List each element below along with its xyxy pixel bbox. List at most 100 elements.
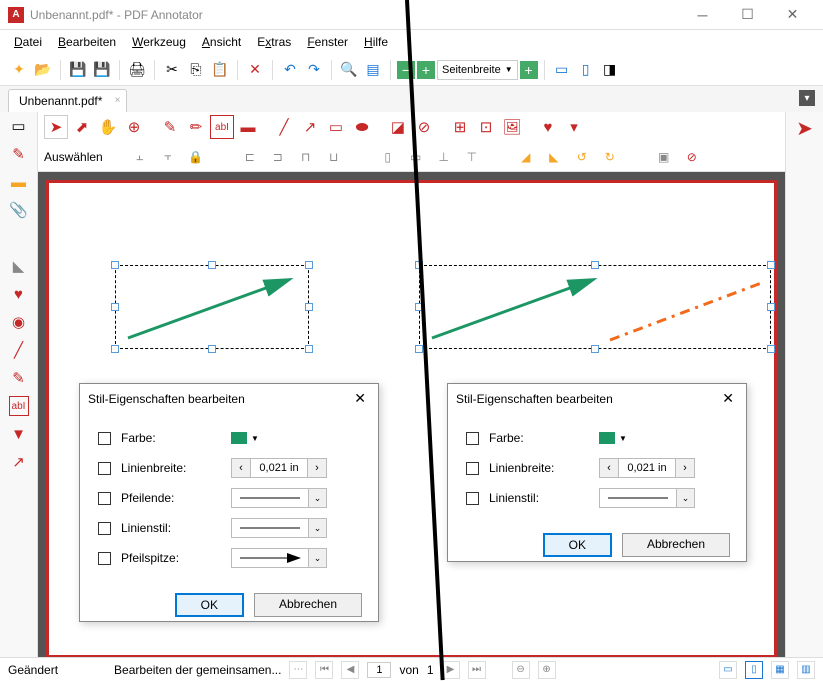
paste-icon[interactable]: 📋 — [209, 59, 231, 81]
ok-button[interactable]: OK — [175, 593, 244, 617]
al-1-icon[interactable]: ⊏ — [239, 146, 261, 168]
al-7-icon[interactable]: ⊥ — [433, 146, 455, 168]
al-3-icon[interactable]: ⊓ — [295, 146, 317, 168]
marker-icon[interactable]: ✏ — [184, 115, 208, 139]
dialog-close-icon[interactable]: ✕ — [718, 390, 738, 407]
snap-icon[interactable]: ⊞ — [448, 115, 472, 139]
eraser-icon[interactable]: ◪ — [386, 115, 410, 139]
pen2-icon[interactable]: ✎ — [158, 115, 182, 139]
lasso-icon[interactable]: ⬈ — [70, 115, 94, 139]
first-page-icon[interactable]: ⏮ — [315, 661, 333, 679]
color-picker[interactable]: ▼ — [231, 432, 263, 444]
selection-left[interactable] — [115, 265, 309, 349]
crop-icon[interactable]: ⊡ — [474, 115, 498, 139]
linewidth-inc[interactable]: › — [675, 458, 695, 478]
find-icon[interactable]: 🔍 — [338, 59, 360, 81]
cursor-icon[interactable]: ➤ — [44, 115, 68, 139]
minimize-button[interactable]: ─ — [680, 1, 725, 29]
view-3-icon[interactable]: ▦ — [771, 661, 789, 679]
menu-extras[interactable]: Extras — [251, 33, 297, 51]
ellipse-icon[interactable]: ⬬ — [350, 115, 374, 139]
cursor-preview-icon[interactable]: ➤ — [795, 118, 815, 138]
linewidth-value[interactable]: 0,021 in — [619, 458, 675, 478]
al-8-icon[interactable]: ⊤ — [461, 146, 483, 168]
rot-l-icon[interactable]: ↺ — [571, 146, 593, 168]
pointer-tool-icon[interactable]: ✎ — [9, 144, 29, 164]
undo-icon[interactable]: ↶ — [279, 59, 301, 81]
highlight-icon[interactable]: ▬ — [236, 115, 260, 139]
flip-h-icon[interactable]: ◢ — [515, 146, 537, 168]
tab-menu-icon[interactable]: ▾ — [799, 90, 815, 106]
hand-icon[interactable]: ✋ — [96, 115, 120, 139]
page-panel-icon[interactable]: ▭ — [9, 116, 29, 136]
linewidth-value[interactable]: 0,021 in — [251, 458, 307, 478]
new-icon[interactable]: ✦ — [8, 59, 30, 81]
arrow-tool-icon[interactable]: ↗ — [9, 452, 29, 472]
arrowend-combo[interactable]: ⌄ — [231, 488, 327, 508]
rect-icon[interactable]: ▭ — [324, 115, 348, 139]
image2-icon[interactable]: 🖼 — [500, 115, 524, 139]
save-icon[interactable]: 💾 — [67, 59, 89, 81]
linewidth-dec[interactable]: ‹ — [231, 458, 251, 478]
stamp-tool-icon[interactable]: ▼ — [9, 424, 29, 444]
align-left-icon[interactable]: ⫠ — [129, 146, 151, 168]
stamp2-icon[interactable]: ▾ — [562, 115, 586, 139]
flip-v-icon[interactable]: ◣ — [543, 146, 565, 168]
page[interactable]: Stil-Eigenschaften bearbeiten ✕ Farbe: ▼… — [46, 180, 777, 658]
rot-r-icon[interactable]: ↻ — [599, 146, 621, 168]
maximize-button[interactable]: ☐ — [725, 1, 770, 29]
cancel-button[interactable]: Abbrechen — [622, 533, 730, 557]
ungroup-icon[interactable]: ⊘ — [681, 146, 703, 168]
dialog-close-icon[interactable]: ✕ — [350, 390, 370, 407]
pen-icon[interactable]: ✎ — [9, 368, 29, 388]
tab-close-icon[interactable]: × — [115, 95, 121, 106]
back-icon[interactable]: ⊖ — [512, 661, 530, 679]
layout-3-icon[interactable]: ◨ — [599, 59, 621, 81]
align-top-icon[interactable]: ⫟ — [157, 146, 179, 168]
linewidth-checkbox[interactable] — [466, 462, 479, 475]
open-icon[interactable]: 📂 — [32, 59, 54, 81]
canvas[interactable]: Stil-Eigenschaften bearbeiten ✕ Farbe: ▼… — [38, 172, 785, 666]
text-icon[interactable]: abI — [210, 115, 234, 139]
task-menu-icon[interactable]: ⋯ — [289, 661, 307, 679]
menu-file[interactable]: Datei — [8, 33, 48, 51]
color-checkbox[interactable] — [98, 432, 111, 445]
lock-icon[interactable]: 🔒 — [185, 146, 207, 168]
arrowtip-checkbox[interactable] — [98, 552, 111, 565]
linestyle-combo[interactable]: ⌄ — [231, 518, 327, 538]
cut-icon[interactable]: ✂ — [161, 59, 183, 81]
linewidth-checkbox[interactable] — [98, 462, 111, 475]
linestyle-checkbox[interactable] — [466, 492, 479, 505]
view-4-icon[interactable]: ▥ — [797, 661, 815, 679]
menu-help[interactable]: Hilfe — [358, 33, 394, 51]
line-icon[interactable]: ╱ — [272, 115, 296, 139]
view-2-icon[interactable]: ▯ — [745, 661, 763, 679]
menu-edit[interactable]: Bearbeiten — [52, 33, 122, 51]
zoom-in-icon[interactable]: + — [417, 61, 435, 79]
last-page-icon[interactable]: ⏭ — [468, 661, 486, 679]
sel-icon[interactable]: ◉ — [9, 312, 29, 332]
layout-2-icon[interactable]: ▯ — [575, 59, 597, 81]
linestyle-combo[interactable]: ⌄ — [599, 488, 695, 508]
view-1-icon[interactable]: ▭ — [719, 661, 737, 679]
copy-icon[interactable]: ⎘ — [185, 59, 207, 81]
bookmark-icon[interactable]: ▤ — [362, 59, 384, 81]
group-icon[interactable]: ▣ — [653, 146, 675, 168]
heart-icon[interactable]: ♥ — [9, 284, 29, 304]
arrowend-checkbox[interactable] — [98, 492, 111, 505]
menu-tool[interactable]: Werkzeug — [126, 33, 192, 51]
prev-page-icon[interactable]: ◀ — [341, 661, 359, 679]
al-5-icon[interactable]: ▯ — [377, 146, 399, 168]
al-4-icon[interactable]: ⊔ — [323, 146, 345, 168]
ok-button[interactable]: OK — [543, 533, 612, 557]
zoom-icon[interactable]: ⊕ — [122, 115, 146, 139]
redo-icon[interactable]: ↷ — [303, 59, 325, 81]
menu-view[interactable]: Ansicht — [196, 33, 247, 51]
fav-icon[interactable]: ♥ — [536, 115, 560, 139]
saveas-icon[interactable]: 💾 — [91, 59, 113, 81]
al-2-icon[interactable]: ⊐ — [267, 146, 289, 168]
color-checkbox[interactable] — [466, 432, 479, 445]
linewidth-inc[interactable]: › — [307, 458, 327, 478]
forward-icon[interactable]: ⊕ — [538, 661, 556, 679]
document-tab[interactable]: Unbenannt.pdf* × — [8, 89, 127, 112]
